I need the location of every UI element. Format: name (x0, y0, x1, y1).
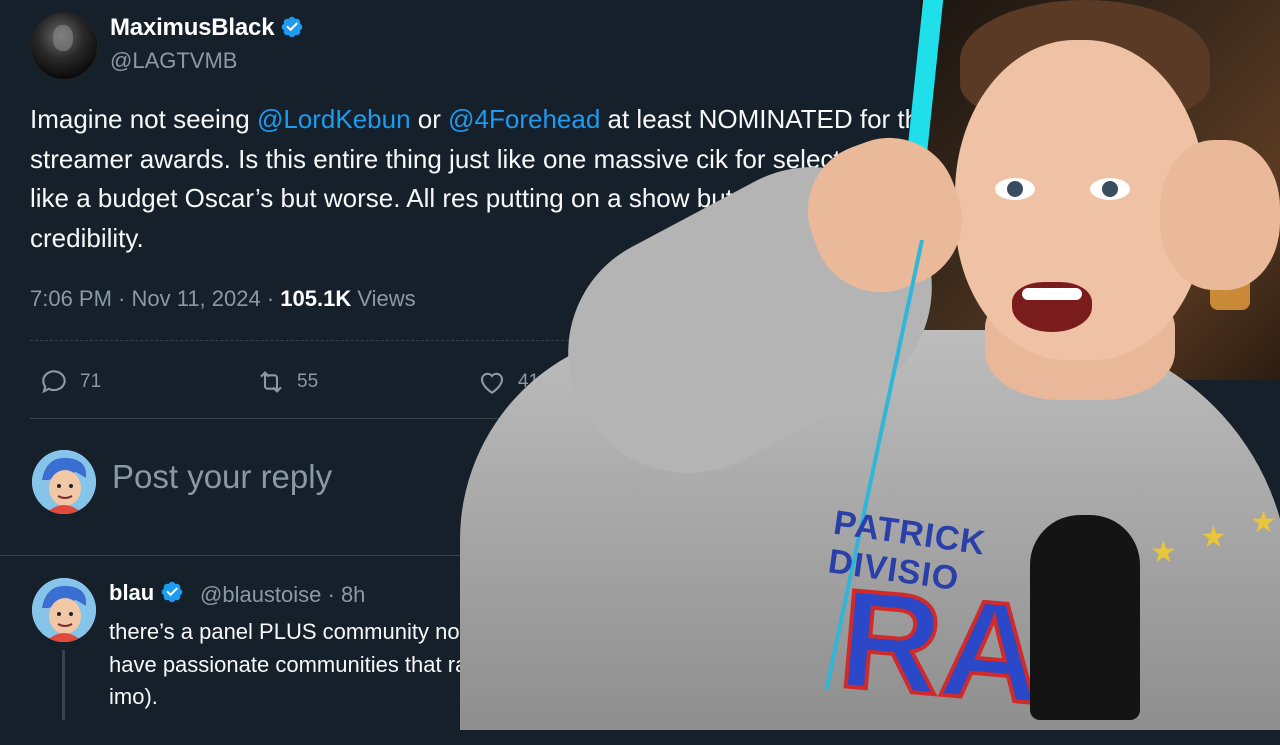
repost-icon (260, 371, 282, 393)
author-avatar-face (53, 25, 73, 51)
author-name[interactable]: MaximusBlack (110, 14, 304, 42)
reply-author-name-text[interactable]: blau (109, 580, 154, 605)
left-eye (995, 178, 1035, 200)
user-avatar[interactable] (32, 450, 96, 514)
views-label: Views (351, 286, 416, 311)
verified-badge-icon (161, 581, 183, 603)
tweet-text-part: or (410, 104, 449, 134)
right-eye (1090, 178, 1130, 200)
tweet-timestamp[interactable]: 7:06 PM · Nov 11, 2024 · (30, 286, 280, 311)
tweet-meta: 7:06 PM · Nov 11, 2024 · 105.1K Views (30, 286, 416, 312)
repost-count: 55 (297, 371, 319, 392)
reply-icon (42, 370, 66, 394)
reply-count: 71 (80, 371, 102, 392)
reply-input[interactable]: Post your reply (112, 458, 332, 496)
thread-line (62, 650, 65, 720)
star-icon: ★ (1200, 521, 1227, 554)
teeth (1022, 288, 1082, 300)
cartoon-avatar-icon (32, 578, 96, 642)
star-icon: ★ (1150, 536, 1177, 569)
reply-author-name[interactable]: blau (109, 580, 184, 606)
author-handle[interactable]: @LAGTVMB (110, 48, 237, 74)
mention-link-lordkebun[interactable]: @LordKebun (257, 104, 411, 134)
author-avatar[interactable] (30, 12, 98, 80)
reply-button[interactable]: 71 (38, 366, 101, 398)
cartoon-avatar-icon (32, 450, 96, 514)
tweet-text-part: Imagine not seeing (30, 104, 257, 134)
right-hand (1160, 140, 1280, 290)
reply-author-handle[interactable]: @blaustoise · 8h (200, 582, 365, 608)
author-name-text[interactable]: MaximusBlack (110, 14, 275, 41)
views-count: 105.1K (280, 286, 352, 311)
star-icon: ★ (1250, 506, 1277, 539)
microphone (1030, 515, 1140, 720)
verified-badge-icon (282, 16, 303, 38)
repost-button[interactable]: 55 (255, 366, 318, 398)
reply-author-avatar[interactable] (32, 578, 96, 642)
